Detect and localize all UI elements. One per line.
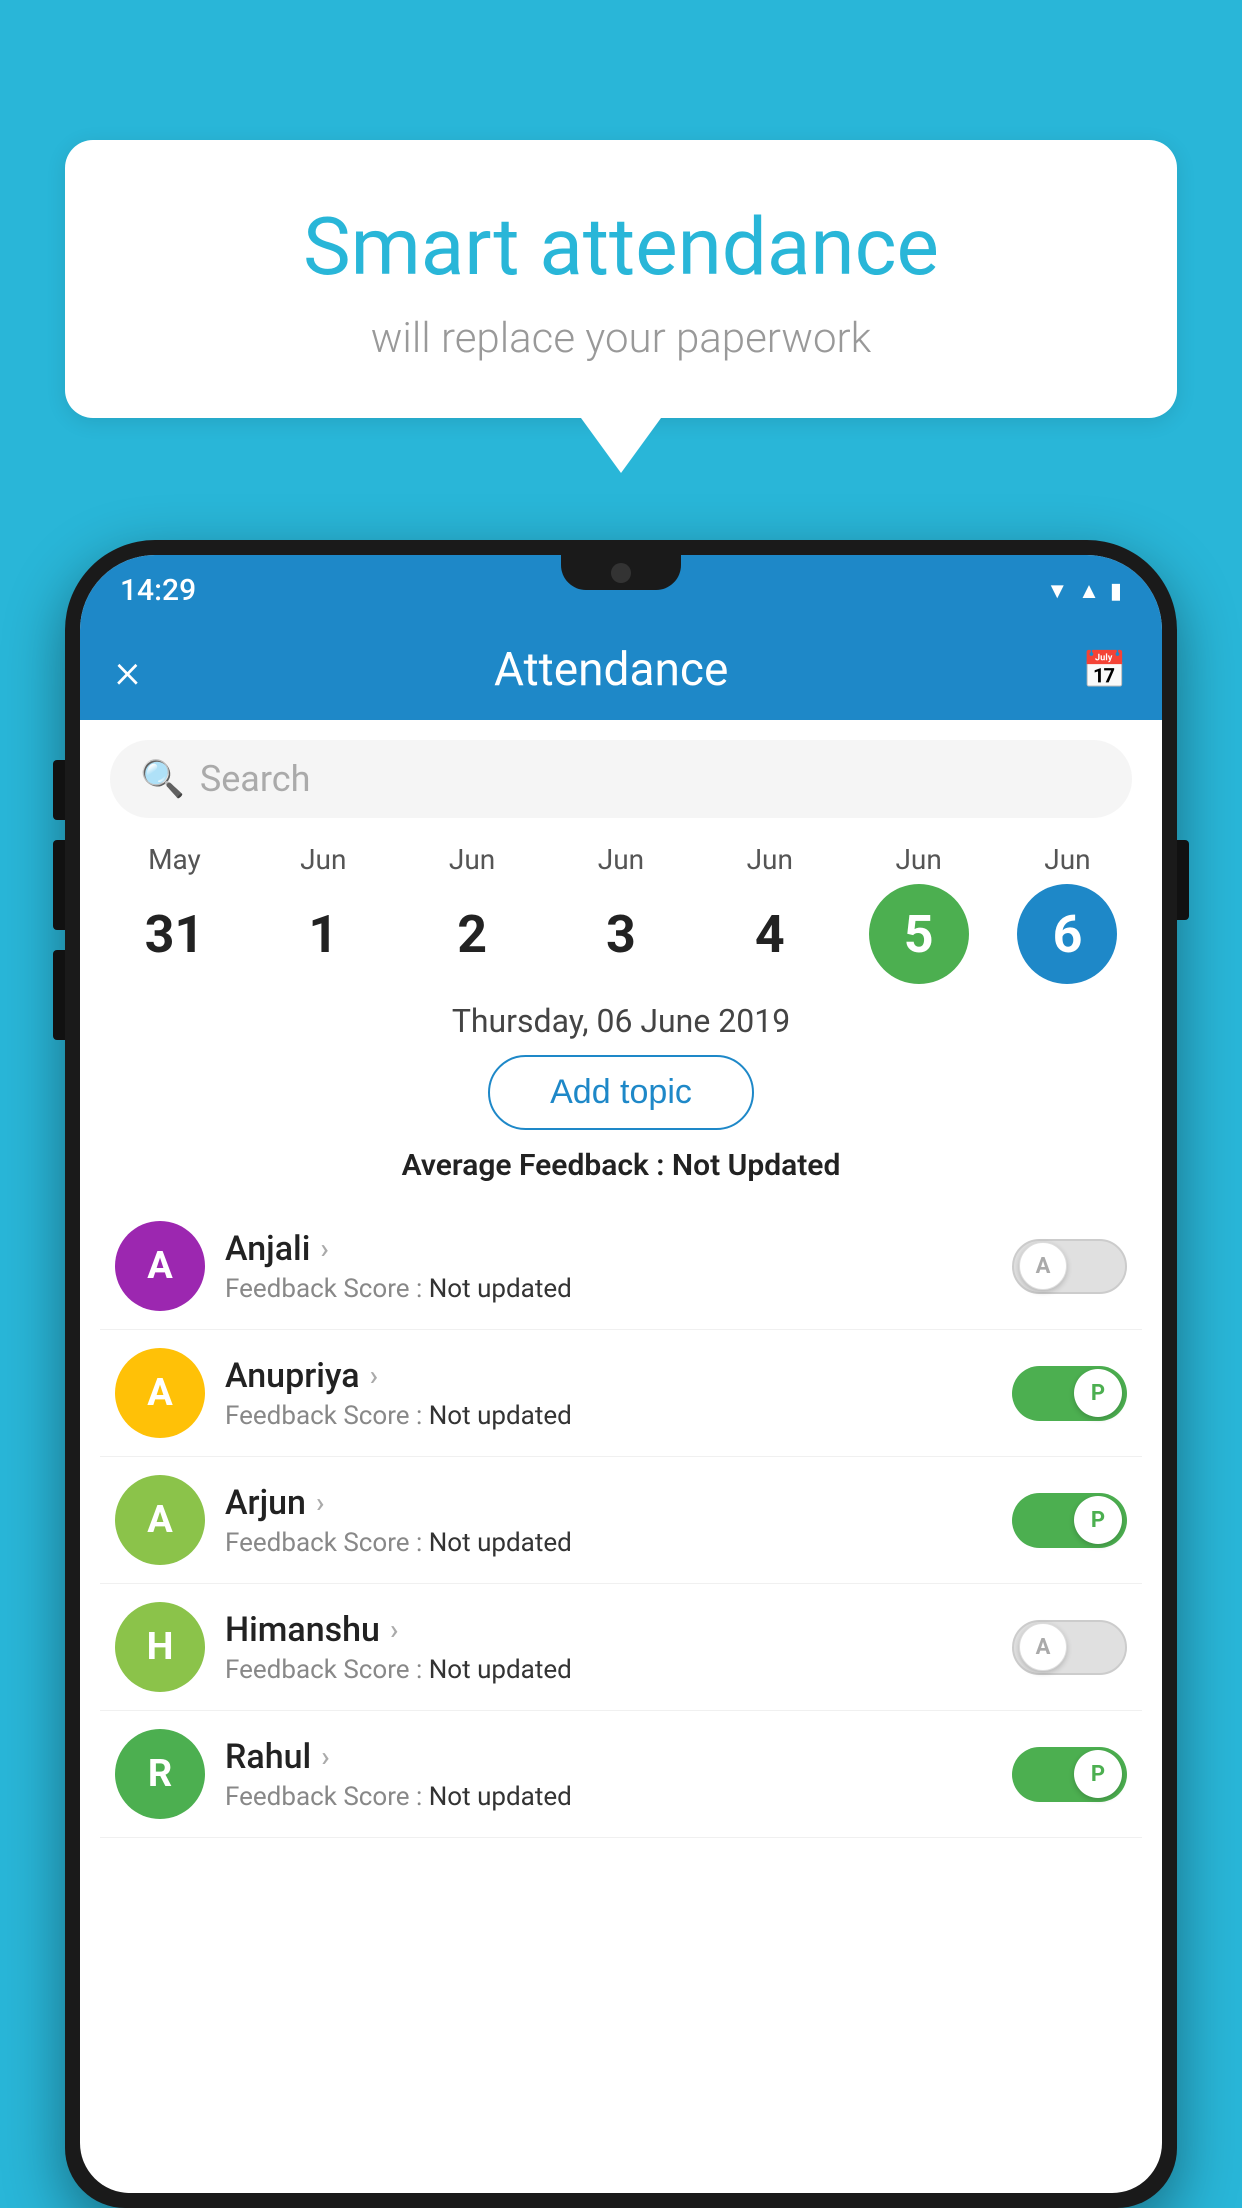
- student-name: Himanshu ›: [225, 1610, 1012, 1650]
- cal-date-number[interactable]: 31: [124, 884, 224, 984]
- cal-month-label: Jun: [300, 843, 346, 876]
- cal-month-label: Jun: [449, 843, 495, 876]
- calendar-strip: May 31 Jun 1 Jun 2 Jun 3 Jun 4 Jun 5 Jun 6: [80, 833, 1162, 984]
- signal-icon: [1078, 576, 1100, 604]
- student-feedback: Feedback Score : Not updated: [225, 1528, 1012, 1558]
- attendance-toggle[interactable]: A: [1012, 1620, 1127, 1675]
- speech-bubble: Smart attendance will replace your paper…: [65, 140, 1177, 418]
- phone-screen: 14:29 × Attendance 🔍 Search May31Jun1Jun…: [80, 555, 1162, 2193]
- student-item[interactable]: A Anupriya › Feedback Score : Not updated P: [100, 1330, 1142, 1457]
- student-info: Arjun › Feedback Score : Not updated: [225, 1483, 1012, 1558]
- student-info: Himanshu › Feedback Score : Not updated: [225, 1610, 1012, 1685]
- avg-feedback-value: Not Updated: [672, 1148, 840, 1183]
- status-icons: [1046, 576, 1122, 604]
- cal-date-number[interactable]: 2: [422, 884, 522, 984]
- calendar-day[interactable]: Jun 3: [556, 843, 686, 984]
- student-feedback: Feedback Score : Not updated: [225, 1655, 1012, 1685]
- student-name: Rahul ›: [225, 1737, 1012, 1777]
- calendar-day[interactable]: May 31: [109, 843, 239, 984]
- front-camera: [611, 563, 631, 583]
- average-feedback: Average Feedback : Not Updated: [80, 1148, 1162, 1183]
- selected-date-label: Thursday, 06 June 2019: [80, 1002, 1162, 1040]
- cal-month-label: Jun: [895, 843, 941, 876]
- feedback-value: Not updated: [429, 1528, 572, 1558]
- wifi-icon: [1046, 576, 1068, 604]
- close-button[interactable]: ×: [115, 642, 140, 699]
- toggle-knob: P: [1074, 1369, 1122, 1417]
- toggle-knob: A: [1019, 1242, 1067, 1290]
- attendance-toggle[interactable]: P: [1012, 1747, 1127, 1802]
- student-arrow-icon: ›: [316, 1486, 324, 1519]
- search-bar[interactable]: 🔍 Search: [110, 740, 1132, 818]
- student-name: Anupriya ›: [225, 1356, 1012, 1396]
- cal-month-label: Jun: [1044, 843, 1090, 876]
- silent-button: [53, 950, 65, 1040]
- phone-frame: 14:29 × Attendance 🔍 Search May31Jun1Jun…: [65, 540, 1177, 2208]
- attendance-toggle[interactable]: A: [1012, 1239, 1127, 1294]
- calendar-day[interactable]: Jun 6: [1002, 843, 1132, 984]
- student-arrow-icon: ›: [321, 1740, 329, 1773]
- student-list: AAnjali ›Feedback Score : Not updatedAAA…: [80, 1203, 1162, 1838]
- student-info: Anjali › Feedback Score : Not updated: [225, 1229, 1012, 1304]
- cal-date-number[interactable]: 6: [1017, 884, 1117, 984]
- header-title: Attendance: [494, 643, 728, 697]
- speech-bubble-container: Smart attendance will replace your paper…: [65, 140, 1177, 473]
- power-button: [1177, 840, 1189, 920]
- cal-month-label: Jun: [598, 843, 644, 876]
- cal-month-label: May: [148, 843, 201, 876]
- student-item[interactable]: AAnjali ›Feedback Score : Not updatedA: [100, 1203, 1142, 1330]
- status-time: 14:29: [120, 573, 196, 608]
- feedback-value: Not updated: [429, 1782, 572, 1812]
- student-feedback: Feedback Score : Not updated: [225, 1401, 1012, 1431]
- student-arrow-icon: ›: [320, 1232, 328, 1265]
- cal-month-label: Jun: [747, 843, 793, 876]
- cal-date-number[interactable]: 5: [869, 884, 969, 984]
- student-avatar: H: [115, 1602, 205, 1692]
- calendar-day[interactable]: Jun 2: [407, 843, 537, 984]
- student-name: Anjali ›: [225, 1229, 1012, 1269]
- student-name: Arjun ›: [225, 1483, 1012, 1523]
- calendar-icon[interactable]: [1082, 648, 1127, 692]
- student-avatar: R: [115, 1729, 205, 1819]
- student-arrow-icon: ›: [390, 1613, 398, 1646]
- student-arrow-icon: ›: [370, 1359, 378, 1392]
- student-item[interactable]: R Rahul › Feedback Score : Not updated P: [100, 1711, 1142, 1838]
- cal-date-number[interactable]: 3: [571, 884, 671, 984]
- phone-notch: [561, 555, 681, 590]
- attendance-toggle[interactable]: P: [1012, 1493, 1127, 1548]
- student-info: Anupriya › Feedback Score : Not updated: [225, 1356, 1012, 1431]
- toggle-knob: P: [1074, 1496, 1122, 1544]
- student-avatar: A: [115, 1221, 205, 1311]
- toggle-knob: A: [1019, 1623, 1067, 1671]
- speech-bubble-title: Smart attendance: [105, 200, 1137, 294]
- student-feedback: Feedback Score : Not updated: [225, 1782, 1012, 1812]
- volume-up-button: [53, 760, 65, 820]
- speech-bubble-arrow: [581, 418, 661, 473]
- feedback-value: Not updated: [429, 1401, 572, 1431]
- student-avatar: A: [115, 1348, 205, 1438]
- feedback-value: Not updated: [429, 1655, 572, 1685]
- volume-down-button: [53, 840, 65, 930]
- cal-date-number[interactable]: 4: [720, 884, 820, 984]
- calendar-day[interactable]: Jun 5: [854, 843, 984, 984]
- search-icon: 🔍: [140, 758, 185, 800]
- student-info: Rahul › Feedback Score : Not updated: [225, 1737, 1012, 1812]
- attendance-toggle[interactable]: P: [1012, 1366, 1127, 1421]
- battery-icon: [1110, 576, 1122, 604]
- student-feedback: Feedback Score : Not updated: [225, 1274, 1012, 1304]
- feedback-value: Not updated: [429, 1274, 572, 1304]
- student-item[interactable]: A Arjun › Feedback Score : Not updated P: [100, 1457, 1142, 1584]
- student-item[interactable]: H Himanshu › Feedback Score : Not updatedA: [100, 1584, 1142, 1711]
- add-topic-button[interactable]: Add topic: [488, 1055, 754, 1130]
- avg-feedback-label: Average Feedback :: [402, 1148, 672, 1183]
- student-avatar: A: [115, 1475, 205, 1565]
- search-placeholder: Search: [200, 758, 311, 800]
- toggle-knob: P: [1074, 1750, 1122, 1798]
- cal-date-number[interactable]: 1: [273, 884, 373, 984]
- speech-bubble-subtitle: will replace your paperwork: [105, 314, 1137, 363]
- app-header: × Attendance: [80, 620, 1162, 720]
- calendar-day[interactable]: Jun 4: [705, 843, 835, 984]
- calendar-day[interactable]: Jun 1: [258, 843, 388, 984]
